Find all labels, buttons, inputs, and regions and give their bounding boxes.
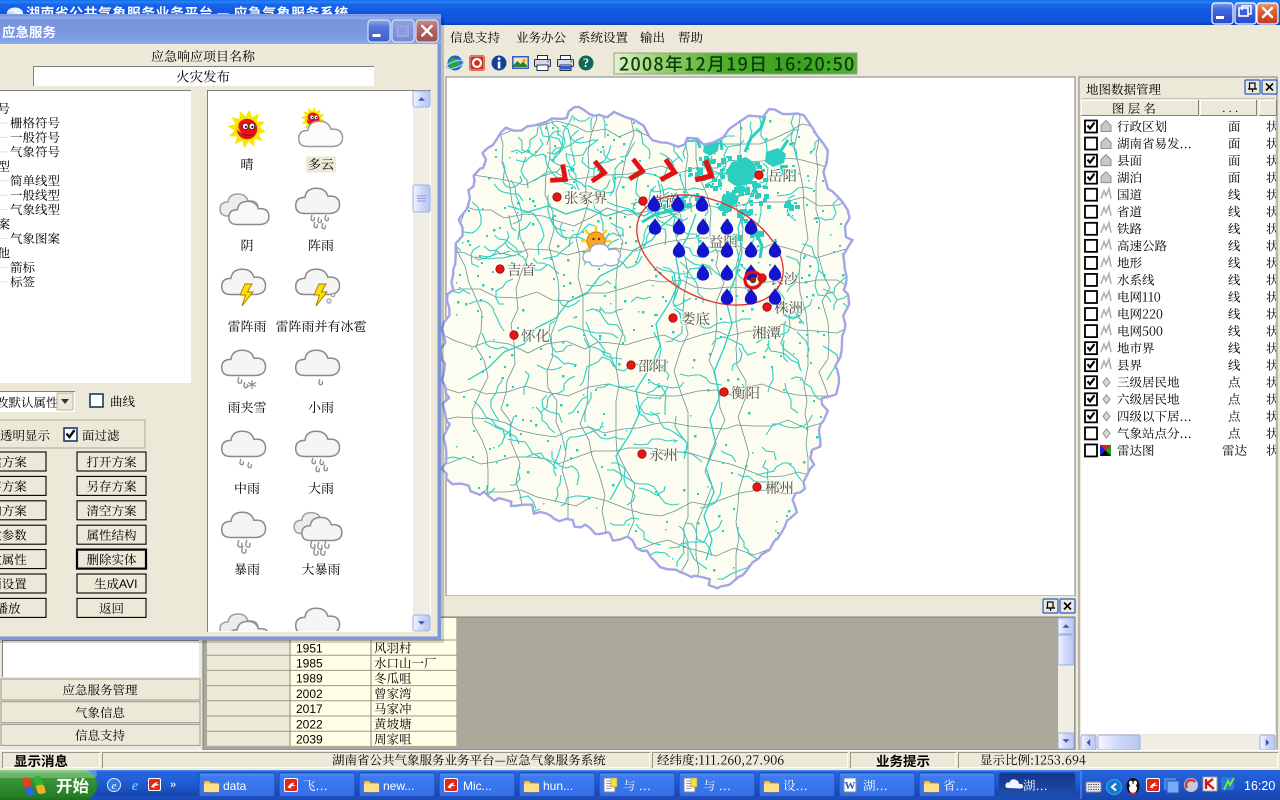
svg-text:e: e <box>132 778 139 794</box>
svg-text:hun...: hun... <box>543 779 573 793</box>
svg-text:e: e <box>112 780 117 792</box>
svg-text:AVI: AVI <box>119 577 137 591</box>
svg-text:2002: 2002 <box>296 687 323 701</box>
svg-text:16:20: 16:20 <box>1244 779 1275 793</box>
svg-text:data: data <box>223 779 247 793</box>
svg-text:1989: 1989 <box>296 672 323 686</box>
svg-text:W: W <box>845 780 856 792</box>
svg-text:1951: 1951 <box>296 641 323 655</box>
svg-text:new...: new... <box>383 779 414 793</box>
svg-text:2022: 2022 <box>296 717 323 731</box>
svg-text:»: » <box>170 779 176 791</box>
svg-text:2039: 2039 <box>296 733 323 747</box>
svg-text:1985: 1985 <box>296 657 323 671</box>
svg-text:Mic...: Mic... <box>463 779 492 793</box>
svg-text:?: ? <box>583 56 589 70</box>
svg-text:2017: 2017 <box>296 702 323 716</box>
